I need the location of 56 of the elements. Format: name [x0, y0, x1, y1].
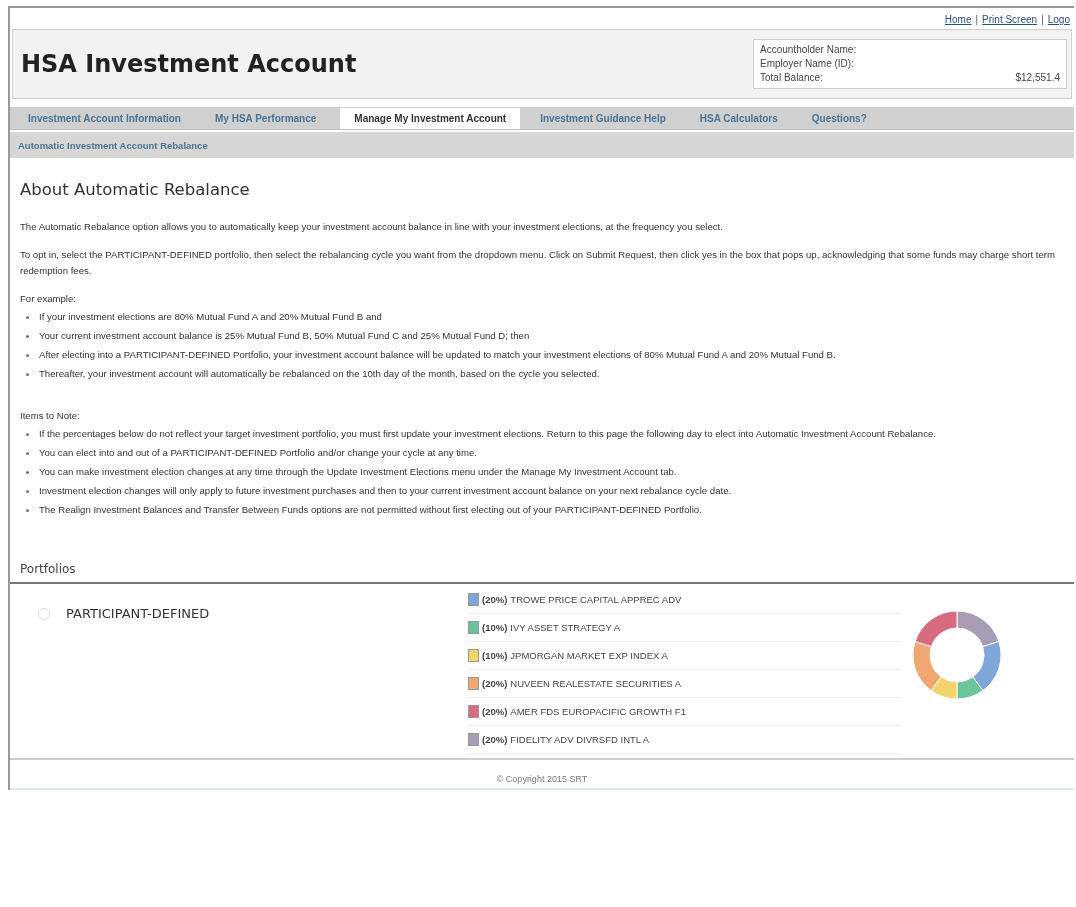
bullet-icon: [26, 452, 29, 455]
fund-name: FIDELITY ADV DIVRSFD INTL A: [510, 734, 650, 745]
fund-name: NUVEEN REALESTATE SECURITIES A: [510, 678, 682, 689]
bullet-icon: [26, 316, 29, 319]
nav-tab[interactable]: Manage My Investment Account: [340, 108, 521, 129]
list-item: You can make investment election changes at any time through the Update Investment Elections menu under the Manage My Investment Account tab.: [39, 465, 677, 479]
list-item: Thereafter, your investment account will automatically be rebalanced on the 10th day of the month, based on the cycle you selected.: [39, 367, 600, 381]
page-title: HSA Investment Account: [20, 50, 357, 78]
list-item: If the percentages below do not reflect your target investment portfolio, you must first update your investment elections. Return to this page the following day to elect into Automatic Investment Account Rebalance.: [39, 427, 936, 441]
list-item: After electing into a PARTICIPANT-DEFINED Portfolio, your investment account balance will be updated to match your investment elections of 80% Mutual Fund A and 20% Mutual Fund B.: [39, 348, 836, 362]
link-separator: |: [1041, 14, 1044, 25]
bullet-icon: [26, 509, 29, 512]
info-label: Accountholder Name:: [760, 43, 857, 57]
bullet-icon: [26, 490, 29, 493]
fund-percent: (20%): [482, 594, 508, 605]
fund-name: TROWE PRICE CAPITAL APPREC ADV: [510, 594, 682, 605]
nav-tab[interactable]: Questions?: [801, 108, 881, 129]
nav-tab[interactable]: Investment Account Information: [18, 108, 195, 129]
fund-percent: (20%): [482, 734, 508, 745]
portfolio-name: PARTICIPANT-DEFINED: [66, 606, 210, 621]
portfolios-heading: Portfolios: [19, 562, 77, 578]
fund-name: IVY ASSET STRATEGY A: [510, 622, 620, 633]
bullet-icon: [26, 433, 29, 436]
fund-percent: (20%): [482, 706, 508, 717]
list-title: Items to Note:: [20, 409, 81, 423]
header-link[interactable]: Home: [944, 14, 972, 25]
subnav-link[interactable]: Automatic Investment Account Rebalance: [18, 139, 208, 151]
fund-percent: (10%): [482, 622, 508, 633]
link-separator: |: [975, 14, 979, 25]
bullet-icon: [26, 373, 29, 376]
list-title: For example:: [20, 292, 77, 306]
list-item: If your investment elections are 80% Mutual Fund A and 20% Mutual Fund B and: [39, 310, 382, 324]
info-label: Employer Name (ID):: [760, 57, 854, 71]
bullet-icon: [26, 354, 29, 357]
list-item: Your current investment account balance is 25% Mutual Fund B, 50% Mutual Fund C and 25% Mutual Fund D; then: [39, 329, 530, 343]
list-item: You can elect into and out of a PARTICIPANT-DEFINED Portfolio and/or change your cycle at any time.: [39, 446, 477, 460]
radio-button[interactable]: [38, 607, 50, 620]
paragraph: The Automatic Rebalance option allows you to automatically keep your investment account balance in line with your investment elections, at the frequency you select.: [20, 220, 724, 234]
fund-percent: (10%): [482, 650, 508, 661]
nav-tab[interactable]: My HSA Performance: [205, 108, 331, 129]
info-value: $12,551.4: [1015, 71, 1060, 85]
nav-tab[interactable]: Investment Guidance Help: [530, 108, 680, 129]
list-item: The Realign Investment Balances and Transfer Between Funds options are not permitted without first electing out of your PARTICIPANT-DEFINED Portfolio.: [39, 503, 702, 517]
fund-percent: (20%): [482, 678, 508, 689]
info-label: Total Balance:: [760, 71, 823, 85]
list-item: Investment election changes will only apply to future investment purchases and then to your current investment account balance on your next rebalance cycle date.: [39, 484, 732, 498]
section-heading: About Automatic Rebalance: [20, 180, 251, 199]
bullet-icon: [26, 471, 29, 474]
header-link[interactable]: Logo: [1047, 14, 1070, 25]
paragraph: To opt in, select the PARTICIPANT-DEFINED portfolio, then select the rebalancing cycle you want from the dropdown menu. Click on Submit Request, then click yes in the box that pops up, acknowledging that some funds may charge short term redemption fees.: [20, 248, 1057, 278]
bullet-icon: [26, 335, 29, 338]
header-link[interactable]: Print Screen: [982, 14, 1038, 25]
fund-name: JPMORGAN MARKET EXP INDEX A: [510, 650, 668, 661]
nav-tab[interactable]: HSA Calculators: [689, 108, 792, 129]
copyright-text: © Copyright 2015 SRT: [10, 760, 1074, 790]
fund-name: AMER FDS EUROPACIFIC GROWTH F1: [510, 706, 686, 717]
